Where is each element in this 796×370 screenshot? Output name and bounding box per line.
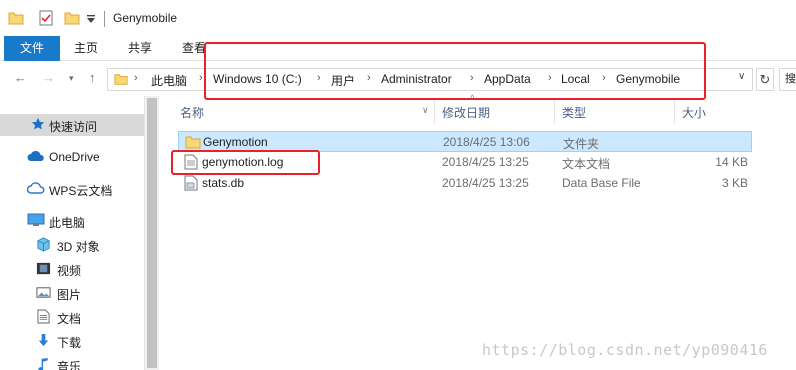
refresh-button[interactable]: ↻ <box>756 68 774 91</box>
column-header-date[interactable]: 修改日期 <box>442 104 490 121</box>
back-arrow-icon[interactable]: ← <box>14 70 27 85</box>
folder-icon <box>185 136 201 149</box>
nav-item-label: 此电脑 <box>49 216 86 230</box>
nav-item-label: 图片 <box>57 288 82 302</box>
address-dropdown-icon[interactable]: ∨ <box>738 71 745 82</box>
nav-item-3d-objects[interactable]: 3D 对象 <box>0 234 144 256</box>
file-type: Data Base File <box>562 176 641 190</box>
folder-icon[interactable] <box>8 10 24 26</box>
nav-item-label: 快速访问 <box>49 120 98 134</box>
title-separator <box>104 11 105 27</box>
document-icon <box>37 309 50 324</box>
nav-item-label: OneDrive <box>49 150 100 164</box>
picture-icon <box>36 287 51 298</box>
tab-share[interactable]: 共享 <box>120 36 160 61</box>
file-date: 2018/4/25 13:06 <box>443 135 530 149</box>
address-folder-icon <box>114 74 128 85</box>
nav-item-pictures[interactable]: 图片 <box>0 282 144 304</box>
forward-arrow-icon[interactable]: → <box>42 70 55 85</box>
video-icon <box>36 262 51 275</box>
chevron-right-icon[interactable]: › <box>134 72 138 84</box>
file-date: 2018/4/25 13:25 <box>442 155 529 169</box>
column-dropdown-icon[interactable]: ∨ <box>422 105 429 116</box>
cloud-icon <box>27 150 44 161</box>
window-title: Genymobile <box>113 11 178 25</box>
nav-item-this-pc[interactable]: 此电脑 <box>0 210 144 232</box>
nav-item-documents[interactable]: 文档 <box>0 306 144 328</box>
new-folder-icon[interactable] <box>64 10 80 26</box>
up-arrow-icon[interactable]: ↑ <box>89 70 96 85</box>
chevron-right-icon[interactable]: › <box>199 72 203 84</box>
file-row[interactable]: Genymotion 2018/4/25 13:06 文件夹 <box>178 131 752 152</box>
search-icon: 搜 <box>785 73 796 85</box>
nav-item-onedrive[interactable]: OneDrive <box>0 146 144 168</box>
watermark-text: https://blog.csdn.net/yp090416 <box>482 341 768 359</box>
nav-item-music[interactable]: 音乐 <box>0 354 144 370</box>
navigation-pane: 快速访问 OneDrive WPS云文档 此电脑 3D 对象 视频 图片 文档 … <box>0 96 144 370</box>
computer-icon <box>27 213 45 226</box>
nav-item-label: 视频 <box>57 264 82 278</box>
column-divider[interactable] <box>434 100 435 124</box>
nav-item-downloads[interactable]: 下载 <box>0 330 144 352</box>
nav-item-quick-access[interactable]: 快速访问 <box>0 114 144 136</box>
file-row[interactable]: stats.db 2018/4/25 13:25 Data Base File … <box>178 173 752 194</box>
breadcrumb-this-pc[interactable]: 此电脑 <box>151 72 187 89</box>
cube-icon <box>37 237 50 252</box>
wps-cloud-icon <box>27 182 45 194</box>
star-icon <box>31 117 45 130</box>
file-size: 3 KB <box>721 176 748 190</box>
nav-item-label: 下载 <box>57 336 82 350</box>
file-date: 2018/4/25 13:25 <box>442 176 529 190</box>
column-divider[interactable] <box>554 100 555 124</box>
customize-toolbar-icon[interactable] <box>86 14 96 24</box>
nav-item-wps-cloud[interactable]: WPS云文档 <box>0 178 144 200</box>
tab-file[interactable]: 文件 <box>4 36 60 61</box>
nav-item-label: 音乐 <box>57 360 82 370</box>
tab-home[interactable]: 主页 <box>66 36 106 61</box>
file-name: stats.db <box>202 176 245 190</box>
title-bar: Genymobile <box>0 0 796 36</box>
properties-icon[interactable] <box>38 10 54 26</box>
annotation-box-path <box>204 42 706 100</box>
download-icon <box>38 333 49 347</box>
music-icon <box>38 358 48 370</box>
file-type: 文件夹 <box>563 137 600 151</box>
column-header-name[interactable]: 名称 <box>180 104 204 121</box>
file-type: 文本文档 <box>562 157 611 171</box>
refresh-icon: ↻ <box>759 72 771 87</box>
column-header-size[interactable]: 大小 <box>682 104 706 121</box>
recent-locations-icon[interactable]: ▾ <box>69 73 74 84</box>
nav-item-label: WPS云文档 <box>49 184 113 198</box>
search-box[interactable]: 搜 <box>779 68 796 91</box>
nav-scrollbar-thumb[interactable] <box>147 98 157 368</box>
column-header-type[interactable]: 类型 <box>562 104 586 121</box>
nav-item-label: 文档 <box>57 312 82 326</box>
db-file-icon <box>184 175 198 191</box>
column-headers: ^ 名称 ∨ 修改日期 类型 大小 <box>170 94 750 124</box>
nav-item-videos[interactable]: 视频 <box>0 258 144 280</box>
nav-item-label: 3D 对象 <box>57 240 100 254</box>
column-divider[interactable] <box>674 100 675 124</box>
file-name: Genymotion <box>203 135 268 149</box>
file-size: 14 KB <box>715 155 748 169</box>
annotation-box-log-file <box>171 150 320 175</box>
